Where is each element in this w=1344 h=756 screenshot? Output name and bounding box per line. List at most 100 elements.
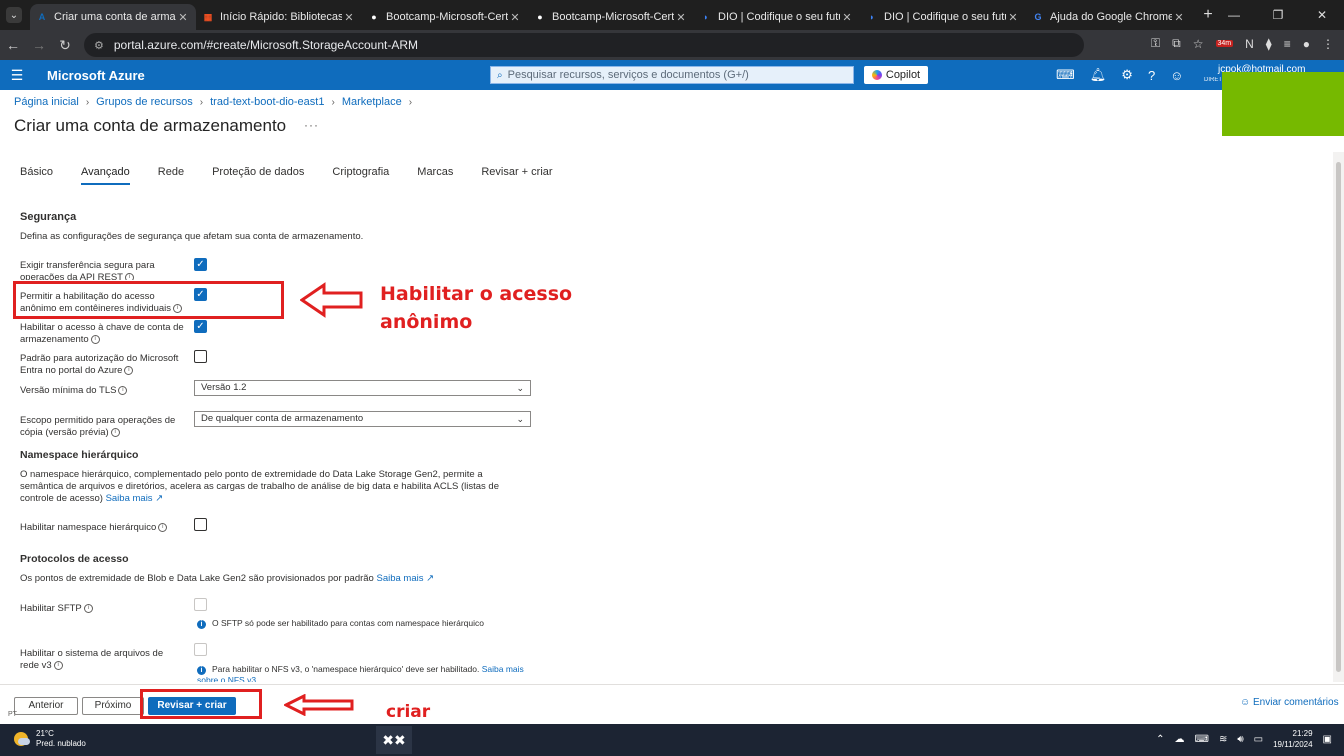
notification-center-icon[interactable]: ▣ bbox=[1323, 734, 1332, 745]
breadcrumb-resource-groups[interactable]: Grupos de recursos bbox=[96, 96, 193, 108]
info-icon[interactable]: i bbox=[53, 660, 63, 670]
site-info-icon[interactable]: ⚙ bbox=[94, 39, 104, 52]
github-icon: ● bbox=[371, 12, 377, 22]
tab-revisar-criar[interactable]: Revisar + criar bbox=[481, 166, 552, 185]
close-tab-icon[interactable]: ✕ bbox=[1172, 11, 1186, 24]
next-button[interactable]: Próximo bbox=[82, 697, 144, 715]
previous-button[interactable]: Anterior bbox=[14, 697, 78, 715]
forward-button[interactable]: → bbox=[26, 37, 52, 53]
sftp-label: Habilitar SFTP i bbox=[20, 603, 192, 615]
battery-icon[interactable]: ▭ bbox=[1254, 734, 1263, 745]
copy-scope-select[interactable]: De qualquer conta de armazenamento ⌄ bbox=[194, 411, 531, 427]
cloud-shell-icon[interactable]: ⌨ bbox=[1056, 67, 1075, 83]
bookmark-star-icon[interactable]: ☆ bbox=[1193, 37, 1204, 51]
browser-tab[interactable]: ▦ Início Rápido: Bibliotecas de cli✕ bbox=[196, 4, 362, 30]
more-options-icon[interactable]: ··· bbox=[304, 118, 319, 132]
wifi-icon[interactable]: ≋ bbox=[1219, 734, 1227, 745]
copy-scope-label: Escopo permitido para operações de cópia… bbox=[20, 415, 192, 439]
browser-tab[interactable]: ● Bootcamp-Microsoft-Certificati✕ bbox=[362, 4, 528, 30]
dio-icon: ◗ bbox=[869, 12, 875, 22]
tab-rede[interactable]: Rede bbox=[158, 166, 184, 185]
info-icon[interactable]: i bbox=[158, 522, 168, 532]
send-feedback-link[interactable]: ☺ Enviar comentários bbox=[1240, 697, 1339, 708]
breadcrumb-marketplace[interactable]: Marketplace bbox=[342, 96, 402, 108]
info-icon[interactable]: i bbox=[124, 365, 134, 375]
info-icon[interactable]: i bbox=[110, 427, 120, 437]
close-tab-icon[interactable]: ✕ bbox=[176, 11, 190, 24]
portal-menu-icon[interactable]: ☰ bbox=[0, 67, 34, 84]
tab-criptografia[interactable]: Criptografia bbox=[332, 166, 389, 185]
hns-learn-more-link[interactable]: Saiba mais bbox=[106, 493, 153, 504]
browser-tab[interactable]: A Criar uma conta de armazenamento✕ bbox=[30, 4, 196, 30]
info-icon[interactable]: i bbox=[90, 334, 100, 344]
close-tab-icon[interactable]: ✕ bbox=[674, 11, 688, 24]
secure-transfer-checkbox[interactable]: ✓ bbox=[194, 258, 207, 271]
profile-avatar-icon[interactable]: ● bbox=[1303, 37, 1310, 51]
install-icon[interactable]: ⧉ bbox=[1172, 36, 1181, 51]
tls-select[interactable]: Versão 1.2 ⌄ bbox=[194, 380, 531, 396]
tab-basico[interactable]: Básico bbox=[20, 166, 53, 185]
tab-avancado[interactable]: Avançado bbox=[81, 166, 130, 185]
tab-title: Bootcamp-Microsoft-Certificati bbox=[552, 11, 674, 23]
weather-widget[interactable]: 21°C Pred. nublado bbox=[14, 729, 86, 749]
chevron-up-icon[interactable]: ⌃ bbox=[1156, 734, 1164, 745]
help-icon[interactable]: ? bbox=[1148, 68, 1155, 83]
clock[interactable]: 21:29 19/11/2024 bbox=[1273, 728, 1312, 750]
taskbar-app-icon[interactable]: ✖✖ bbox=[376, 726, 412, 754]
info-icon[interactable]: i bbox=[124, 272, 134, 280]
browser-tab[interactable]: ● Bootcamp-Microsoft-Certificati✕ bbox=[528, 4, 694, 30]
azure-brand[interactable]: Microsoft Azure bbox=[47, 68, 145, 83]
sftp-checkbox[interactable] bbox=[194, 598, 207, 611]
copilot-label: Copilot bbox=[885, 69, 921, 81]
extensions-puzzle-icon[interactable]: ⧫ bbox=[1266, 37, 1272, 51]
entra-default-label: Padrão para autorização do Microsoft Ent… bbox=[20, 353, 192, 377]
scrollbar-thumb[interactable] bbox=[1336, 162, 1341, 672]
azure-search-input[interactable]: ⌕ Pesquisar recursos, serviços e documen… bbox=[490, 66, 854, 84]
wizard-tabs: Básico Avançado Rede Proteção de dados C… bbox=[20, 166, 581, 185]
extension-badge[interactable]: 34m bbox=[1215, 40, 1234, 47]
extension-n-icon[interactable]: N bbox=[1245, 37, 1254, 51]
close-tab-icon[interactable]: ✕ bbox=[840, 11, 854, 24]
feedback-person-icon[interactable]: ☺ bbox=[1170, 68, 1183, 83]
info-icon[interactable]: i bbox=[118, 385, 128, 395]
volume-icon[interactable]: 🔊︎ bbox=[1237, 734, 1243, 745]
browser-tab[interactable]: ◗ DIO | Codifique o seu futuro gl✕ bbox=[860, 4, 1026, 30]
hns-enable-checkbox[interactable] bbox=[194, 518, 207, 531]
cloud-icon[interactable]: ☁ bbox=[1175, 734, 1185, 745]
minimize-button[interactable]: — bbox=[1212, 8, 1256, 22]
browser-tab[interactable]: ◗ DIO | Codifique o seu futuro gl✕ bbox=[694, 4, 860, 30]
protocols-description: Os pontos de extremidade de Blob e Data … bbox=[20, 573, 434, 585]
tab-marcas[interactable]: Marcas bbox=[417, 166, 453, 185]
tab-search-button[interactable]: ⌄ bbox=[6, 7, 22, 23]
close-tab-icon[interactable]: ✕ bbox=[342, 11, 356, 24]
reload-button[interactable]: ↻ bbox=[52, 37, 78, 54]
chrome-menu-icon[interactable]: ⋮ bbox=[1322, 37, 1334, 51]
close-window-button[interactable]: ✕ bbox=[1300, 8, 1344, 22]
reading-list-icon[interactable]: ≡ bbox=[1284, 37, 1291, 51]
settings-gear-icon[interactable]: ⚙ bbox=[1121, 67, 1133, 83]
browser-tab[interactable]: G Ajuda do Google Chrome ✕ bbox=[1026, 4, 1192, 30]
nfs-checkbox[interactable] bbox=[194, 643, 207, 656]
tab-title: DIO | Codifique o seu futuro gl bbox=[718, 11, 840, 23]
page-scrollbar[interactable] bbox=[1333, 152, 1344, 682]
tabs-container: ACriar uma conta de armazenamento✕▦Iníci… bbox=[30, 0, 1192, 30]
windows-taskbar: 21°C Pred. nublado ✖✖ ⌃ ☁ ⌨ ≋ 🔊︎ ▭ 21:29… bbox=[0, 724, 1344, 756]
password-key-icon[interactable]: ⚿ bbox=[1151, 36, 1160, 51]
close-tab-icon[interactable]: ✕ bbox=[508, 11, 522, 24]
notifications-bell-icon[interactable]: 🔔︎ bbox=[1090, 67, 1107, 83]
close-tab-icon[interactable]: ✕ bbox=[1006, 11, 1020, 24]
maximize-button[interactable]: ❐ bbox=[1256, 8, 1300, 22]
protocols-learn-more-link[interactable]: Saiba mais bbox=[376, 573, 423, 584]
breadcrumb-resource-group[interactable]: trad-text-boot-dio-east1 bbox=[210, 96, 324, 108]
address-bar: ← → ↻ ⚙ portal.azure.com/#create/Microso… bbox=[0, 30, 1344, 60]
tab-protecao-dados[interactable]: Proteção de dados bbox=[212, 166, 304, 185]
url-input[interactable]: ⚙ portal.azure.com/#create/Microsoft.Sto… bbox=[84, 33, 1084, 57]
back-button[interactable]: ← bbox=[0, 37, 26, 53]
info-icon[interactable]: i bbox=[83, 603, 93, 613]
copilot-button[interactable]: Copilot bbox=[864, 66, 928, 84]
keyboard-icon[interactable]: ⌨ bbox=[1195, 734, 1209, 745]
entra-default-checkbox[interactable] bbox=[194, 350, 207, 363]
key-access-text: Habilitar o acesso à chave de conta de a… bbox=[20, 322, 184, 345]
breadcrumb-home[interactable]: Página inicial bbox=[14, 96, 79, 108]
key-access-checkbox[interactable]: ✓ bbox=[194, 320, 207, 333]
